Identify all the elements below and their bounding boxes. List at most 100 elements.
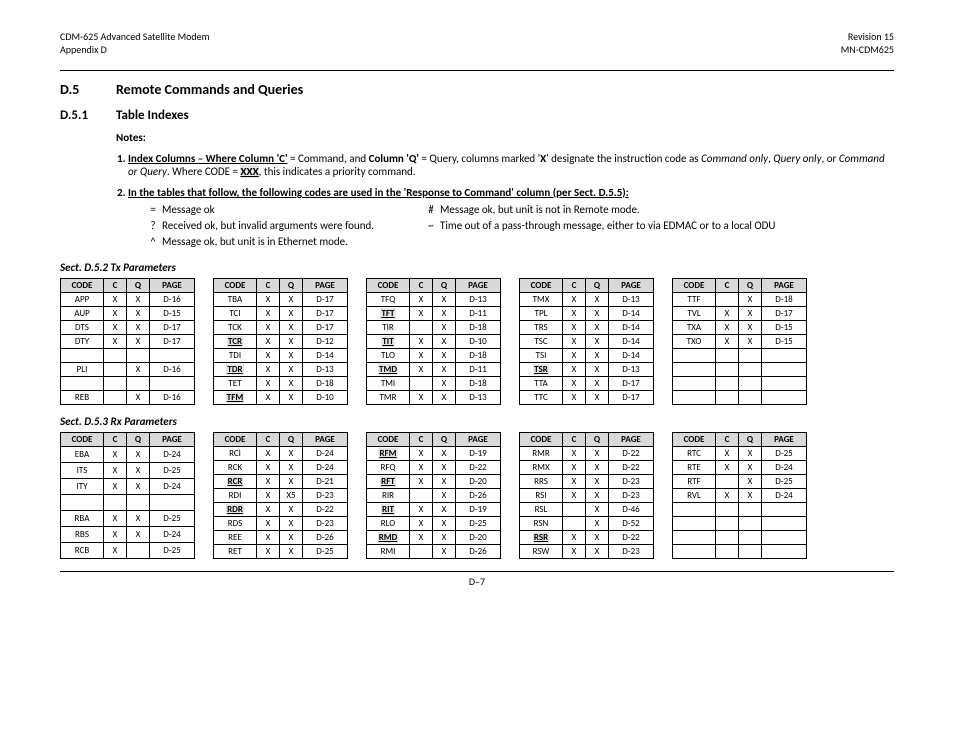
cell-code: TFQ: [367, 293, 410, 307]
cell-q: X: [433, 517, 456, 531]
cell-page: D-20: [456, 531, 501, 545]
table-row: TLOXXD-18: [367, 349, 501, 363]
table-row: [673, 545, 807, 559]
cell-q: [739, 531, 762, 545]
table-row: RTFXD-25: [673, 475, 807, 489]
table-row: EBAXXD-24: [61, 447, 195, 463]
cell-page: D-19: [456, 447, 501, 461]
header-right-1: Revision 15: [848, 30, 894, 43]
notes-label: Notes:: [116, 131, 894, 144]
cell-c: X: [410, 293, 433, 307]
cell-c: X: [563, 391, 586, 405]
cell-page: D-26: [456, 489, 501, 503]
index-table: CODECQPAGERTCXXD-25RTEXXD-24RTFXD-25RVLX…: [672, 432, 807, 559]
table-header-page: PAGE: [150, 279, 195, 293]
cell-page: D-17: [762, 307, 807, 321]
cell-c: [716, 377, 739, 391]
legend-sym-tilde: ~: [424, 219, 438, 232]
cell-page: D-18: [762, 293, 807, 307]
table-header-code: CODE: [367, 279, 410, 293]
cell-page: D-24: [150, 479, 195, 495]
cell-c: X: [716, 447, 739, 461]
cell-page: D-18: [456, 377, 501, 391]
table-row: RDIXX5D-23: [214, 489, 348, 503]
table-row: TPLXXD-14: [520, 307, 654, 321]
cell-q: X: [280, 377, 303, 391]
index-table: CODECQPAGERCIXXD-24RCKXXD-24RCRXXD-21RDI…: [213, 432, 348, 559]
header-left-2: Appendix D: [60, 43, 107, 56]
cell-c: X: [410, 475, 433, 489]
cell-page: D-23: [303, 489, 348, 503]
legend-sym-q: ?: [146, 219, 160, 232]
table-row: TCRXXD-12: [214, 335, 348, 349]
table-row: TIRXD-18: [367, 321, 501, 335]
cell-page: D-14: [609, 349, 654, 363]
cell-q: X: [433, 545, 456, 559]
cell-c: X: [563, 489, 586, 503]
cell-page: [762, 531, 807, 545]
cell-c: X: [410, 307, 433, 321]
cell-c: X: [257, 363, 280, 377]
table-header-q: Q: [586, 433, 609, 447]
table-row: RSNXD-52: [520, 517, 654, 531]
cell-c: X: [257, 293, 280, 307]
cell-q: X: [280, 363, 303, 377]
cell-code: RMD: [367, 531, 410, 545]
cell-q: X: [586, 349, 609, 363]
table-row: RBAXXD-25: [61, 511, 195, 527]
cell-code: [673, 531, 716, 545]
table-row: AUPXXD-15: [61, 307, 195, 321]
cell-c: X: [104, 543, 127, 559]
cell-q: X: [586, 461, 609, 475]
table-row: TFTXXD-11: [367, 307, 501, 321]
index-table: CODECQPAGETTFXD-18TVLXXD-17TXAXXD-15TXOX…: [672, 278, 807, 405]
cell-code: RDR: [214, 503, 257, 517]
table-row: TMDXXD-11: [367, 363, 501, 377]
cell-code: TMR: [367, 391, 410, 405]
section-tx-heading: Sect. D.5.2 Tx Parameters: [60, 261, 894, 274]
cell-page: D-22: [609, 447, 654, 461]
cell-page: [762, 363, 807, 377]
cell-page: D-22: [456, 461, 501, 475]
table-row: [673, 517, 807, 531]
rx-tables: CODECQPAGEEBAXXD-24ITSXXD-25ITYXXD-24RBA…: [60, 432, 894, 559]
cell-code: TIT: [367, 335, 410, 349]
cell-q: X: [586, 447, 609, 461]
cell-code: [673, 391, 716, 405]
cell-q: X: [433, 391, 456, 405]
table-row: TXAXXD-15: [673, 321, 807, 335]
legend-sym-eq: =: [146, 203, 160, 216]
cell-page: D-17: [609, 377, 654, 391]
cell-q: X: [280, 517, 303, 531]
table-header-q: Q: [586, 279, 609, 293]
cell-q: X: [127, 363, 150, 377]
cell-c: X: [563, 321, 586, 335]
cell-code: AUP: [61, 307, 104, 321]
header-left-1: CDM-625 Advanced Satellite Modem: [60, 30, 210, 43]
cell-c: X: [410, 349, 433, 363]
cell-page: D-25: [762, 475, 807, 489]
table-row: REBXD-16: [61, 391, 195, 405]
cell-q: X: [739, 321, 762, 335]
cell-code: [673, 349, 716, 363]
cell-code: RTF: [673, 475, 716, 489]
cell-c: X: [257, 503, 280, 517]
table-row: RFMXXD-19: [367, 447, 501, 461]
cell-code: TCK: [214, 321, 257, 335]
cell-q: X: [280, 391, 303, 405]
cell-code: RMX: [520, 461, 563, 475]
cell-code: RSI: [520, 489, 563, 503]
cell-q: X: [127, 335, 150, 349]
cell-c: X: [410, 363, 433, 377]
cell-page: D-13: [303, 363, 348, 377]
cell-q: X: [433, 489, 456, 503]
cell-c: [716, 545, 739, 559]
table-row: RITXXD-19: [367, 503, 501, 517]
cell-c: X: [410, 391, 433, 405]
cell-code: RDS: [214, 517, 257, 531]
cell-page: D-26: [303, 531, 348, 545]
cell-c: [104, 363, 127, 377]
table-header-code: CODE: [214, 433, 257, 447]
cell-q: X: [739, 335, 762, 349]
table-row: RLOXXD-25: [367, 517, 501, 531]
